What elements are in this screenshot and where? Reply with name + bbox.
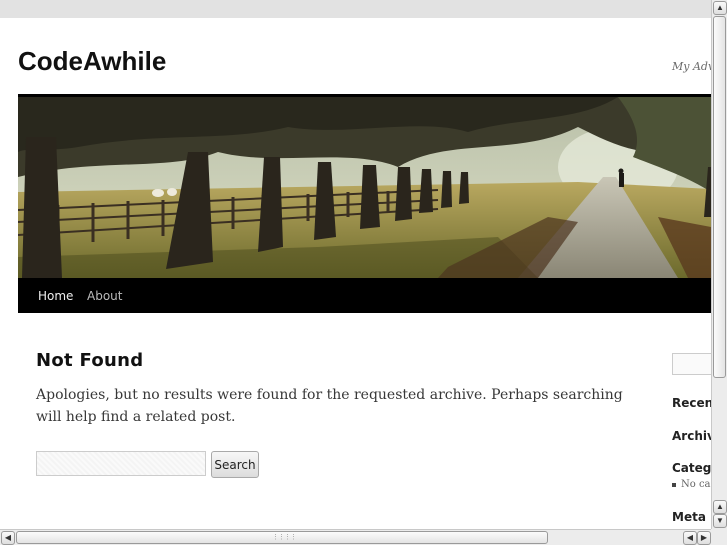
horizontal-scrollbar[interactable]: ◀ ⋮⋮⋮⋮ ◀ ▶ — [0, 529, 711, 545]
arrow-up-icon: ▲ — [716, 3, 724, 12]
search-button[interactable]: Search — [211, 451, 259, 478]
sidebar-heading-archives: Archiv — [672, 429, 711, 443]
vertical-scroll-thumb[interactable] — [713, 16, 726, 378]
scroll-left-button-right[interactable]: ◀ — [683, 531, 697, 545]
nav-item-about[interactable]: About — [87, 289, 122, 303]
site-title[interactable]: CodeAwhile — [18, 46, 166, 77]
not-found-message: Apologies, but no results were found for… — [36, 387, 623, 425]
header-image[interactable] — [18, 94, 711, 281]
scroll-left-button[interactable]: ◀ — [1, 531, 15, 545]
page: CodeAwhile My Adve — [0, 18, 711, 529]
bullet-icon — [672, 482, 676, 487]
vertical-scrollbar[interactable]: ▲ ▲ ▼ — [711, 0, 727, 529]
arrow-up-icon: ▲ — [716, 502, 724, 511]
search-input[interactable] — [36, 451, 206, 476]
arrow-right-icon: ▶ — [700, 533, 708, 542]
sidebar-category-label: No ca — [681, 479, 711, 490]
sidebar-search-input[interactable] — [672, 353, 711, 375]
scrollbar-corner — [711, 529, 727, 545]
arrow-left-icon: ◀ — [4, 533, 12, 542]
sidebar-category-item[interactable]: No ca — [672, 479, 711, 490]
grip-icon: ⋮⋮⋮⋮ — [272, 534, 297, 541]
sidebar-heading-categories: Categ — [672, 461, 711, 475]
arrow-down-icon: ▼ — [716, 516, 724, 525]
scroll-up-button[interactable]: ▲ — [713, 1, 727, 15]
scroll-right-button[interactable]: ▶ — [697, 531, 711, 545]
scroll-down-button[interactable]: ▼ — [713, 514, 727, 528]
sidebar-heading-recent: Recent — [672, 396, 711, 410]
arrow-left-icon: ◀ — [686, 533, 694, 542]
scroll-up-button-lower[interactable]: ▲ — [713, 500, 727, 514]
page-title: Not Found — [36, 350, 144, 371]
main-nav: Home About — [18, 278, 711, 313]
sidebar-heading-meta: Meta — [672, 510, 706, 524]
nav-item-home[interactable]: Home — [38, 289, 73, 303]
browser-viewport: CodeAwhile My Adve — [0, 0, 711, 529]
site-description: My Adve — [672, 60, 711, 73]
horizontal-scroll-thumb[interactable]: ⋮⋮⋮⋮ — [16, 531, 548, 544]
